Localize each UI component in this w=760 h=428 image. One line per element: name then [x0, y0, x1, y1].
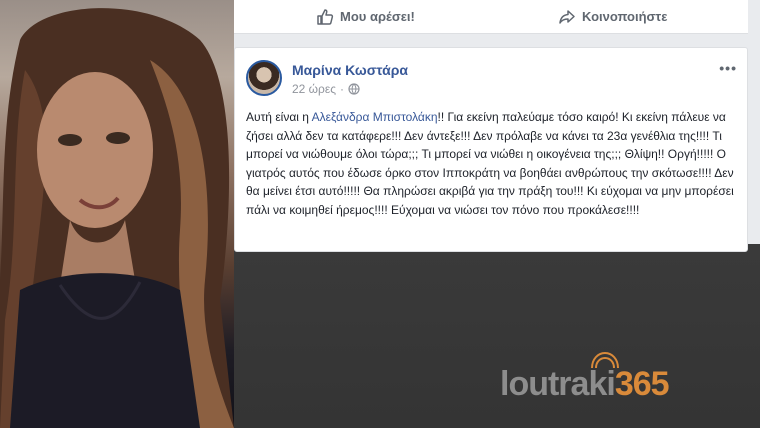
thumbs-up-icon: [317, 8, 334, 25]
mention-link[interactable]: Αλεξάνδρα Μπιστολάκη: [312, 110, 438, 124]
post-text-main: !! Για εκείνη παλεύαμε τόσο καιρό! Κι εκ…: [246, 110, 734, 217]
watermark-number: 365: [614, 364, 670, 403]
avatar[interactable]: [246, 60, 282, 96]
post-body: Αυτή είναι η Αλεξάνδρα Μπιστολάκη!! Για …: [246, 108, 738, 220]
share-arrow-icon: [559, 9, 575, 24]
post-timestamp[interactable]: 22 ώρες: [292, 82, 336, 96]
site-watermark: loutraki 365: [500, 351, 670, 406]
facebook-post: Μαρίνα Κωστάρα 22 ώρες · ••• Αυτή είναι …: [234, 47, 748, 252]
post-options-menu[interactable]: •••: [719, 60, 737, 76]
woman-portrait-image: [0, 8, 234, 428]
signal-wave-icon: [591, 351, 619, 369]
profile-photo: [0, 0, 234, 428]
separator-dot: ·: [340, 82, 345, 96]
post-text-intro: Αυτή είναι η: [246, 110, 312, 124]
post-meta: 22 ώρες ·: [292, 82, 360, 96]
post-actions-bar: Μου αρέσει! Κοινοποιήστε: [234, 0, 748, 34]
globe-icon[interactable]: [348, 83, 360, 95]
like-button[interactable]: Μου αρέσει!: [316, 0, 415, 33]
share-label: Κοινοποιήστε: [582, 9, 668, 24]
like-label: Μου αρέσει!: [340, 9, 415, 24]
post-author[interactable]: Μαρίνα Κωστάρα: [292, 62, 408, 78]
share-button[interactable]: Κοινοποιήστε: [558, 0, 667, 33]
watermark-text: loutraki: [500, 364, 616, 403]
